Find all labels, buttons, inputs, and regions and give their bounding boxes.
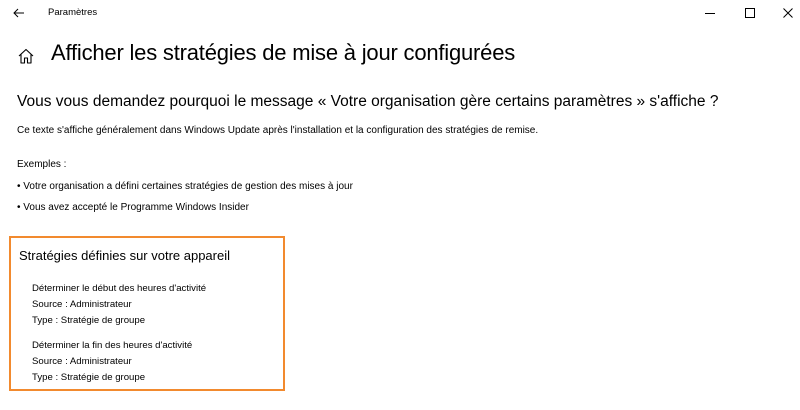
close-icon (783, 8, 793, 18)
home-icon[interactable] (17, 47, 35, 65)
description-text: Ce texte s'affiche généralement dans Win… (17, 125, 539, 136)
example-item: • Votre organisation a défini certaines … (17, 181, 353, 192)
back-button[interactable] (8, 3, 30, 23)
policy-name: Déterminer le début des heures d'activit… (32, 283, 207, 294)
title-bar: Paramètres (0, 0, 800, 28)
minimize-icon (705, 13, 715, 14)
back-arrow-icon (13, 8, 24, 18)
policy-source: Source : Administrateur (32, 299, 132, 310)
question-heading: Vous vous demandez pourquoi le message «… (17, 93, 719, 110)
page-title: Afficher les stratégies de mise à jour c… (51, 40, 516, 65)
policy-item: Déterminer le début des heures d'activit… (32, 281, 206, 329)
policy-item: Déterminer la fin des heures d'activité … (32, 338, 192, 386)
close-button[interactable] (766, 0, 800, 26)
maximize-icon (745, 8, 755, 18)
policy-name: Déterminer la fin des heures d'activité (32, 340, 193, 351)
policies-heading: Stratégies définies sur votre appareil (19, 248, 231, 263)
policy-type: Type : Stratégie de groupe (32, 372, 146, 383)
minimize-button[interactable] (688, 0, 732, 26)
example-item: • Vous avez accepté le Programme Windows… (17, 202, 249, 213)
examples-label: Exemples : (17, 159, 67, 170)
policy-type: Type : Stratégie de groupe (32, 315, 146, 326)
policy-source: Source : Administrateur (32, 356, 132, 367)
app-title: Paramètres (48, 7, 98, 18)
policies-highlight-box: Stratégies définies sur votre appareil D… (9, 236, 285, 391)
